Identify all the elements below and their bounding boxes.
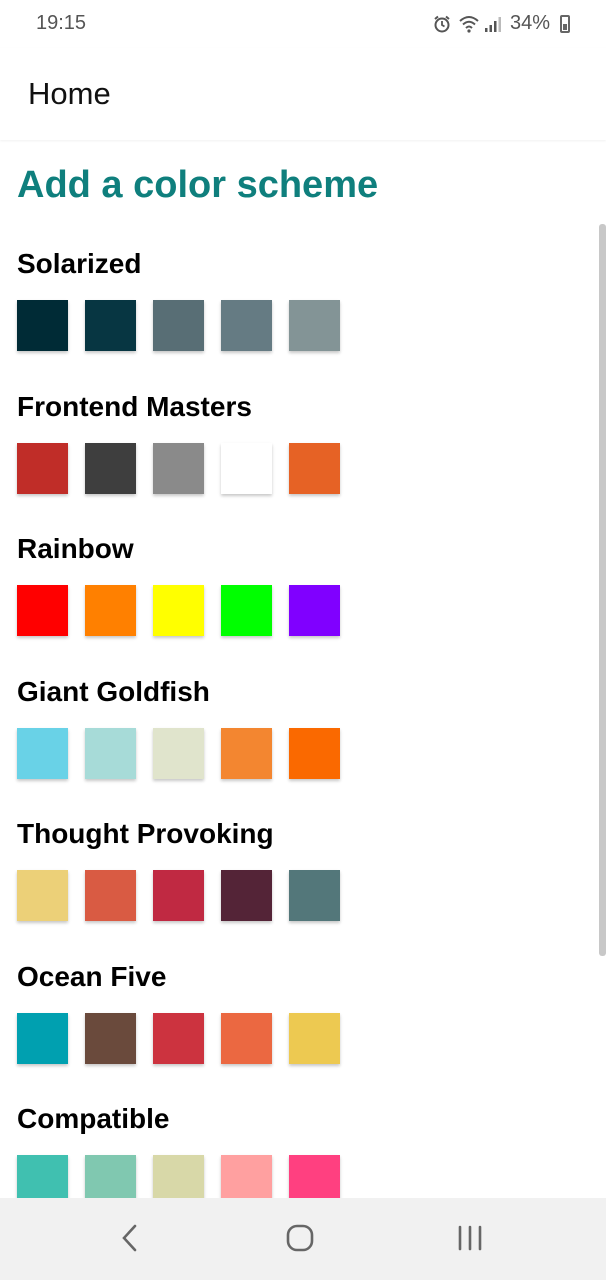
swatch-row: [17, 1012, 577, 1064]
scheme-name: Frontend Masters: [17, 390, 252, 422]
color-swatch[interactable]: [289, 727, 340, 779]
color-swatch[interactable]: [153, 442, 204, 494]
swatch-row: [17, 870, 577, 921]
color-swatch[interactable]: [153, 300, 204, 351]
color-swatch[interactable]: [221, 870, 272, 921]
color-swatch[interactable]: [289, 870, 340, 921]
recents-button[interactable]: [448, 1218, 492, 1262]
color-swatch[interactable]: [17, 300, 68, 351]
home-button[interactable]: [278, 1218, 322, 1262]
color-swatch[interactable]: [85, 870, 136, 921]
swatch-row: [17, 300, 577, 351]
color-scheme-item[interactable]: Compatible: [17, 1099, 577, 1198]
color-scheme-item[interactable]: Ocean Five: [17, 957, 577, 1064]
swatch-row: [17, 585, 577, 636]
color-swatch[interactable]: [85, 585, 136, 636]
color-scheme-item[interactable]: Solarized: [17, 244, 577, 351]
color-swatch[interactable]: [289, 300, 340, 351]
color-swatch[interactable]: [221, 585, 272, 636]
color-scheme-item[interactable]: Frontend Masters: [17, 387, 577, 494]
color-swatch[interactable]: [85, 727, 136, 779]
color-swatch[interactable]: [85, 1155, 136, 1198]
navigation-bar: [0, 1198, 606, 1280]
color-scheme-item[interactable]: Rainbow: [17, 529, 577, 636]
scheme-name: Ocean Five: [17, 960, 167, 992]
scheme-name: Solarized: [17, 248, 142, 279]
color-swatch[interactable]: [221, 1012, 272, 1064]
color-scheme-list[interactable]: Add a color scheme Solarized Frontend Mas…: [0, 140, 606, 1198]
home-circle-icon: [285, 1223, 315, 1258]
color-swatch[interactable]: [17, 585, 68, 636]
color-swatch[interactable]: [221, 300, 272, 351]
color-swatch[interactable]: [221, 727, 272, 779]
alarm-icon: [432, 14, 452, 34]
color-swatch[interactable]: [17, 1012, 68, 1064]
color-swatch[interactable]: [153, 1155, 204, 1198]
color-swatch[interactable]: [289, 1012, 340, 1064]
signal-icon: [484, 14, 504, 34]
color-swatch[interactable]: [153, 870, 204, 921]
color-swatch[interactable]: [85, 1012, 136, 1064]
color-scheme-item[interactable]: Thought Provoking: [17, 814, 577, 921]
color-swatch[interactable]: [85, 300, 136, 351]
scrollbar[interactable]: [599, 224, 606, 956]
swatch-row: [17, 727, 577, 779]
recents-icon: [455, 1223, 485, 1258]
back-button[interactable]: [108, 1218, 152, 1262]
app-bar: Home: [0, 48, 606, 140]
color-swatch[interactable]: [289, 585, 340, 636]
wifi-icon: [458, 14, 479, 34]
color-swatch[interactable]: [153, 727, 204, 779]
color-swatch[interactable]: [153, 585, 204, 636]
battery-percent: 34%: [509, 12, 550, 34]
scheme-name: Giant Goldfish: [17, 675, 210, 707]
color-swatch[interactable]: [221, 442, 272, 494]
color-scheme-item[interactable]: Giant Goldfish: [17, 672, 577, 779]
color-swatch[interactable]: [153, 1012, 204, 1064]
swatch-row: [17, 442, 577, 494]
scheme-name: Rainbow: [17, 533, 134, 564]
chevron-left-icon: [118, 1223, 142, 1258]
color-swatch[interactable]: [289, 1155, 340, 1198]
color-swatch[interactable]: [221, 1155, 272, 1198]
scheme-name: Thought Provoking: [17, 818, 274, 849]
swatch-row: [17, 1155, 577, 1198]
color-swatch[interactable]: [17, 870, 68, 921]
color-swatch[interactable]: [17, 1155, 68, 1198]
scheme-name: Compatible: [17, 1103, 170, 1134]
status-time: 19:15: [36, 12, 87, 34]
color-swatch[interactable]: [17, 442, 68, 494]
page-title: Home: [28, 76, 111, 111]
status-bar: 19:15 34%: [0, 0, 606, 48]
color-swatch[interactable]: [17, 727, 68, 779]
color-swatch[interactable]: [289, 442, 340, 494]
color-swatch[interactable]: [85, 442, 136, 494]
battery-icon: [560, 14, 570, 33]
status-icons: 34%: [432, 12, 570, 35]
section-heading: Add a color scheme: [17, 164, 379, 206]
